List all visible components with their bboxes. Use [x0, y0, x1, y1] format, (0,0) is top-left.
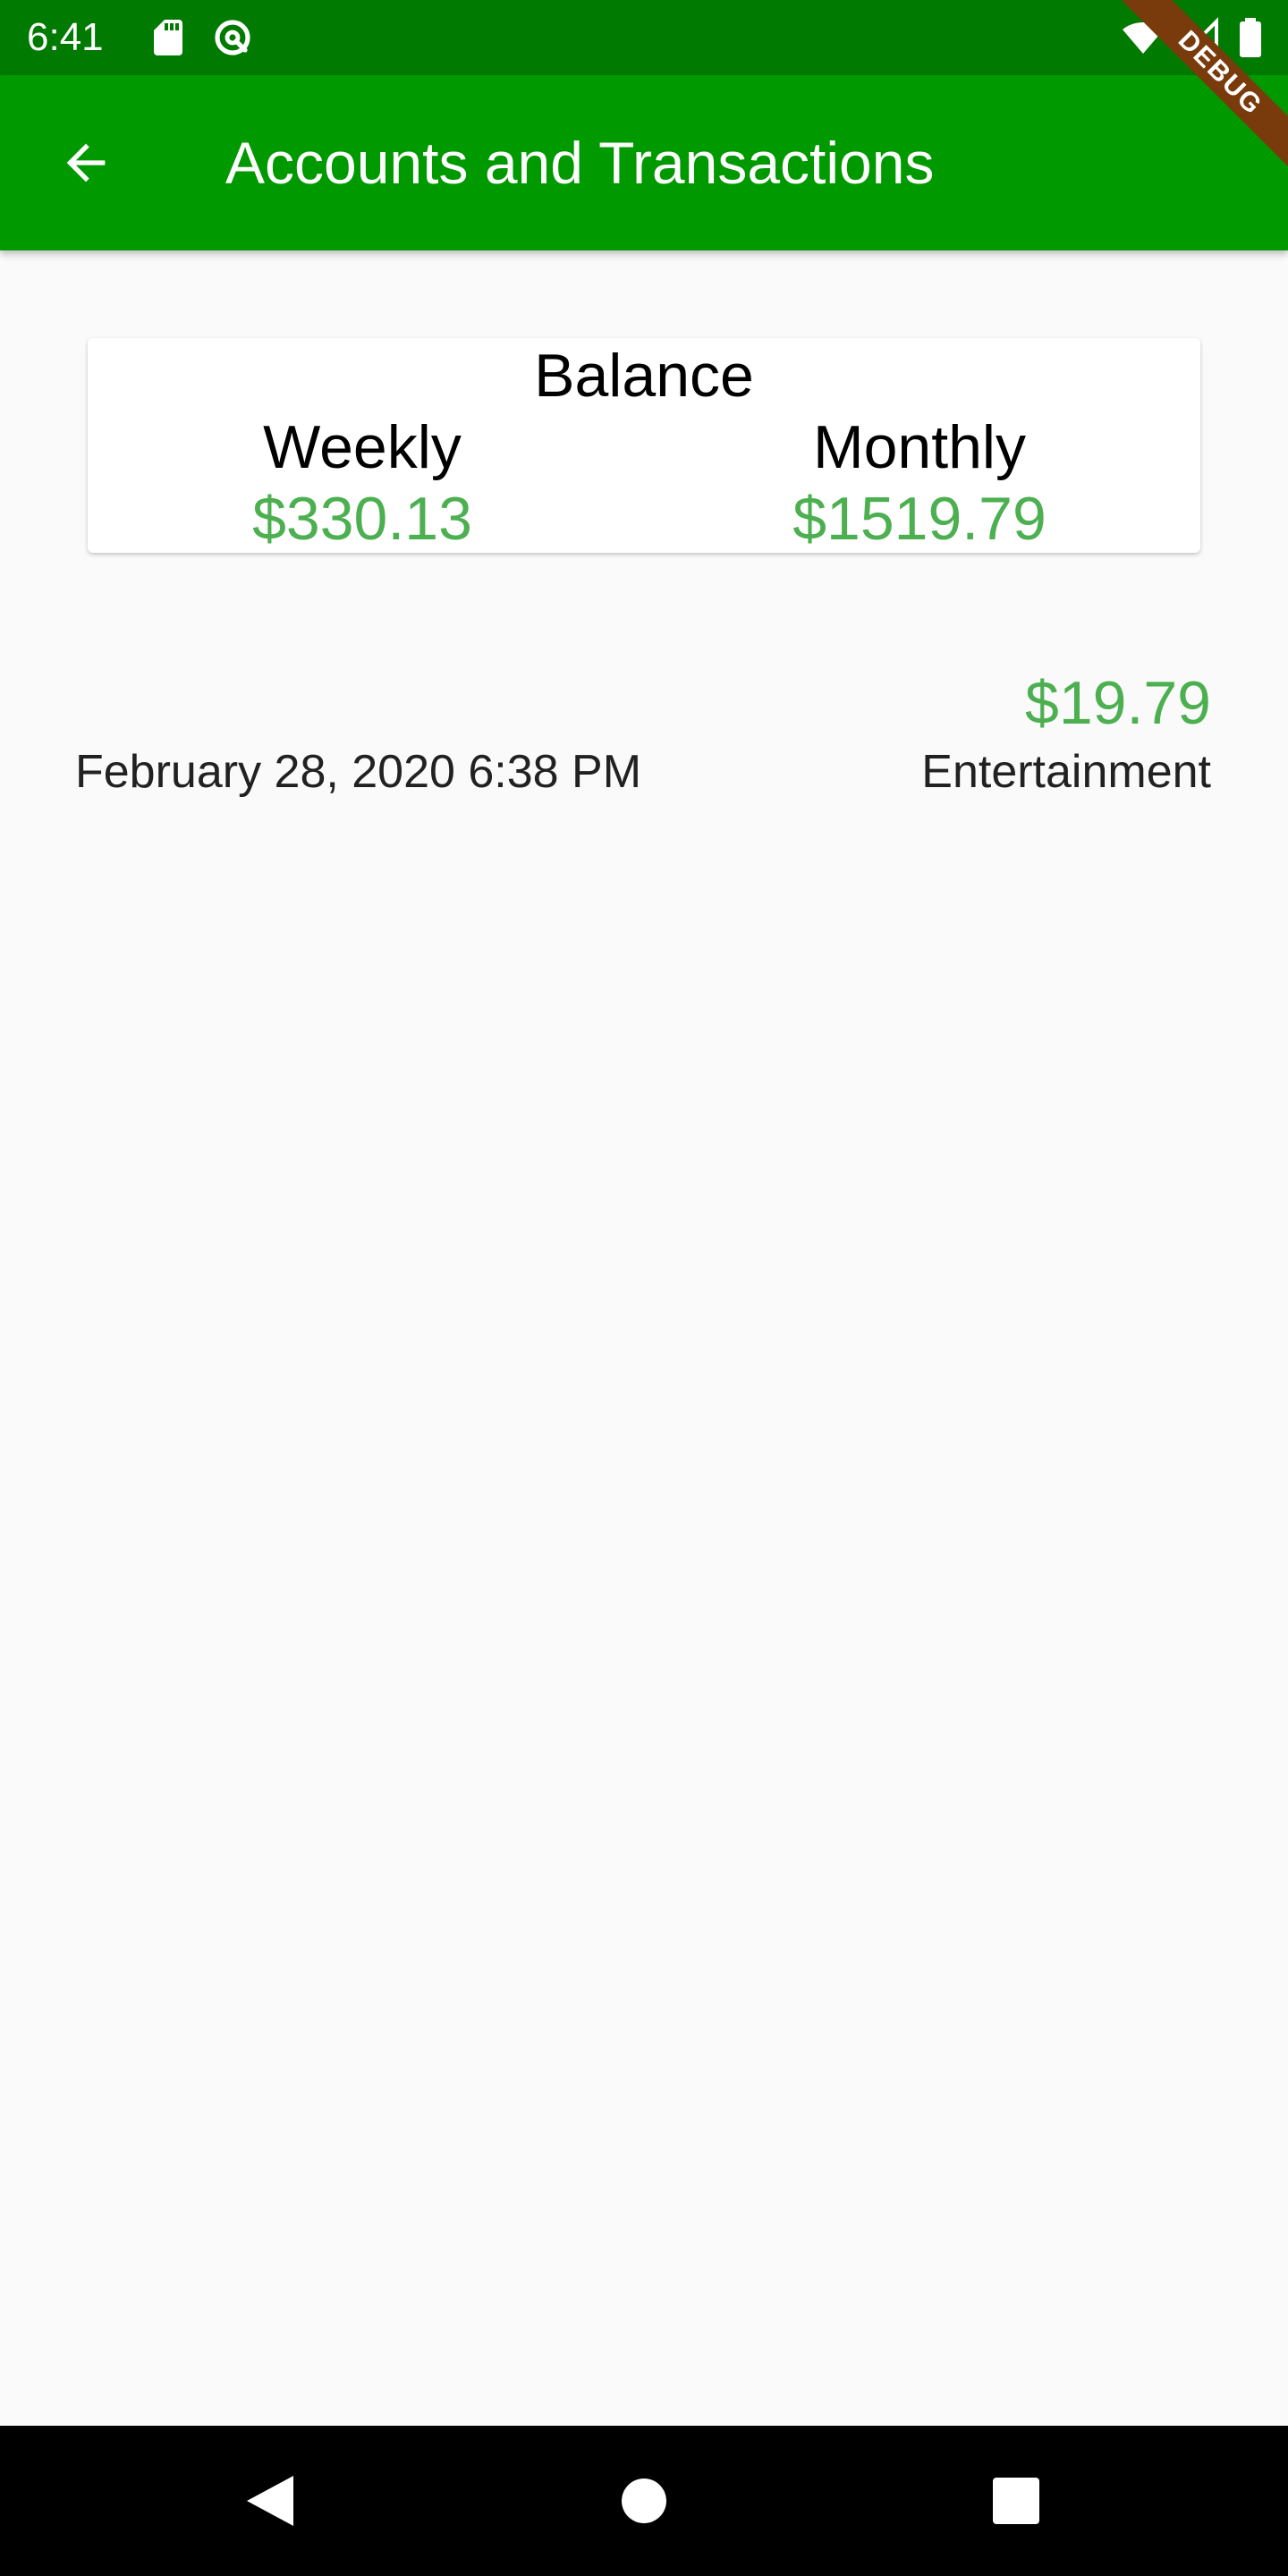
- signal-icon: [1179, 16, 1222, 59]
- status-time: 6:41: [27, 15, 104, 59]
- back-button[interactable]: [43, 120, 129, 206]
- sd-card-icon: [147, 16, 190, 59]
- app-bar: Accounts and Transactions: [0, 75, 1288, 250]
- back-triangle-icon: [247, 2476, 293, 2526]
- system-nav-bar: [0, 2426, 1288, 2576]
- battery-icon: [1233, 16, 1268, 59]
- weekly-value: $330.13: [252, 485, 472, 553]
- nav-recents-button[interactable]: [980, 2465, 1052, 2537]
- nav-home-button[interactable]: [608, 2465, 680, 2537]
- recents-square-icon: [993, 2478, 1039, 2524]
- monthly-balance: Monthly $1519.79: [732, 411, 1107, 555]
- balance-card: Balance Weekly $330.13 Monthly $1519.79: [88, 338, 1200, 553]
- weekly-label: Weekly: [263, 413, 462, 481]
- transaction-category: Entertainment: [921, 746, 1211, 798]
- transaction-amount: $19.79: [1025, 669, 1211, 737]
- nav-back-button[interactable]: [233, 2465, 304, 2537]
- monthly-value: $1519.79: [792, 485, 1046, 553]
- screen: 6:41 Accounts and Transactions DEBUG Bal…: [0, 0, 1288, 2576]
- balance-title: Balance: [534, 342, 754, 410]
- transaction-item[interactable]: $19.79 Entertainment February 28, 2020 6…: [75, 662, 1211, 877]
- weekly-balance: Weekly $330.13: [174, 411, 550, 555]
- monthly-label: Monthly: [812, 413, 1027, 481]
- status-bar: 6:41: [0, 0, 1288, 75]
- page-title: Accounts and Transactions: [225, 130, 935, 196]
- home-circle-icon: [622, 2479, 666, 2523]
- wifi-icon: [1122, 16, 1165, 59]
- arrow-back-icon: [66, 143, 106, 182]
- transaction-date: February 28, 2020 6:38 PM: [75, 746, 642, 798]
- sync-icon: [211, 16, 254, 59]
